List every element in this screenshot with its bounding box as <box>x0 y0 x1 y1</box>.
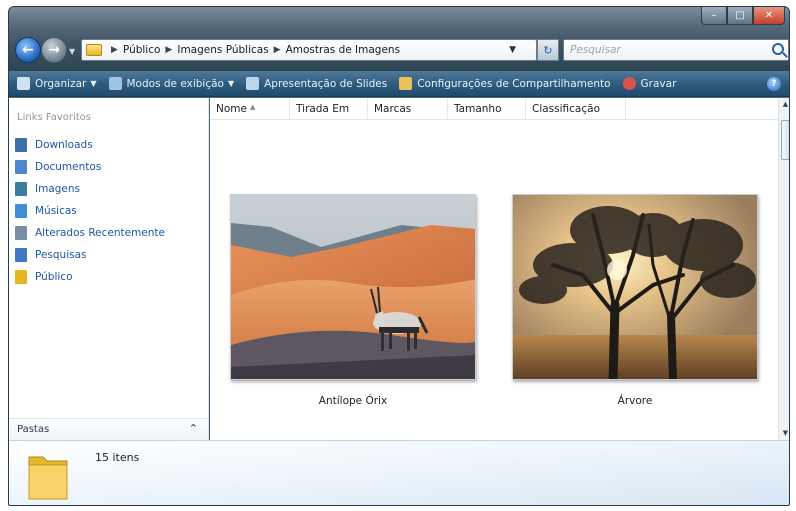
address-bar[interactable]: ▶ Público ▶ Imagens Públicas ▶ Amostras … <box>81 39 537 61</box>
file-name-tree[interactable]: Árvore <box>512 395 758 407</box>
search-input[interactable]: Pesquisar <box>563 39 789 61</box>
oryx-image <box>231 195 475 379</box>
search-placeholder: Pesquisar <box>570 44 621 56</box>
slideshow-icon <box>246 77 260 90</box>
chevron-down-icon: ▼ <box>90 79 97 88</box>
breadcrumb-amostras[interactable]: Amostras de Imagens <box>286 44 400 56</box>
searches-icon <box>15 248 27 262</box>
minimize-button[interactable]: – <box>701 7 727 25</box>
sidebar-item-label: Pesquisas <box>35 249 87 261</box>
folder-icon <box>15 270 27 284</box>
recent-pages-dropdown[interactable]: ▼ <box>69 47 77 56</box>
organize-icon <box>17 77 30 90</box>
close-button[interactable]: ✕ <box>753 7 785 25</box>
sidebar-item-downloads[interactable]: Downloads <box>15 134 165 156</box>
file-thumbnail-oryx[interactable] <box>230 194 476 380</box>
sidebar-item-label: Downloads <box>35 139 93 151</box>
maximize-button[interactable]: □ <box>727 7 753 25</box>
column-header-classificacao[interactable]: Classificação <box>526 98 626 120</box>
views-button[interactable]: Modos de exibição ▼ <box>108 77 235 90</box>
column-header-tamanho[interactable]: Tamanho <box>448 98 526 120</box>
music-icon <box>15 204 27 218</box>
window-controls: – □ ✕ <box>701 7 785 25</box>
sidebar-item-imagens[interactable]: Imagens <box>15 178 165 200</box>
breadcrumb-separator-icon[interactable]: ▶ <box>165 45 172 55</box>
sharing-settings-button[interactable]: Configurações de Compartilhamento <box>399 77 611 90</box>
file-view: ▲ Nome Tirada Em Marcas Tamanho Classifi… <box>210 98 789 440</box>
sidebar-item-pesquisas[interactable]: Pesquisas <box>15 244 165 266</box>
sidebar-item-documentos[interactable]: Documentos <box>15 156 165 178</box>
search-icon[interactable] <box>772 43 784 55</box>
organize-button[interactable]: Organizar ▼ <box>17 77 97 90</box>
scrollbar-thumb[interactable] <box>781 120 789 160</box>
slideshow-label: Apresentação de Slides <box>264 77 388 90</box>
title-bar: – □ ✕ ← → ▼ ▶ Público ▶ Imagens Públicas… <box>9 7 789 71</box>
slideshow-button[interactable]: Apresentação de Slides <box>246 77 387 90</box>
chevron-down-icon: ▼ <box>227 79 235 88</box>
column-headers: ▲ Nome Tirada Em Marcas Tamanho Classifi… <box>210 98 778 120</box>
sidebar-item-alterados-recentemente[interactable]: Alterados Recentemente <box>15 222 165 244</box>
sharing-label: Configurações de Compartilhamento <box>417 77 611 90</box>
chevron-up-icon[interactable]: ⌃ <box>189 422 198 435</box>
favorite-links-title: Links Favoritos <box>17 112 92 123</box>
sidebar-item-musicas[interactable]: Músicas <box>15 200 165 222</box>
sidebar-item-label: Músicas <box>35 205 77 217</box>
folders-label: Pastas <box>17 424 50 435</box>
command-toolbar: Organizar ▼ Modos de exibição ▼ Apresent… <box>9 71 789 97</box>
sidebar-item-label: Imagens <box>35 183 81 195</box>
sidebar-item-label: Documentos <box>35 161 102 173</box>
folders-bar[interactable]: Pastas ⌃ <box>9 418 208 440</box>
refresh-button[interactable]: ↻ <box>537 39 559 61</box>
sidebar-item-publico[interactable]: Público <box>15 266 165 288</box>
column-label: Nome <box>216 103 247 115</box>
downloads-icon <box>15 138 27 152</box>
item-count: 15 itens <box>95 451 140 464</box>
views-icon <box>108 77 122 90</box>
favorite-links-list: Downloads Documentos Imagens Músicas Alt… <box>15 134 165 288</box>
sort-indicator-icon: ▲ <box>250 103 256 111</box>
breadcrumb-separator-icon[interactable]: ▶ <box>111 45 118 55</box>
file-thumbnail-tree[interactable] <box>512 194 758 380</box>
burn-button[interactable]: Gravar <box>622 77 677 90</box>
folder-icon <box>86 44 102 56</box>
back-button[interactable]: ← <box>15 37 41 63</box>
recent-changes-icon <box>15 226 27 240</box>
pictures-icon <box>15 182 27 196</box>
breadcrumb-imagens-publicas[interactable]: Imagens Públicas <box>177 44 268 56</box>
help-icon[interactable]: ? <box>767 77 781 91</box>
sidebar-item-label: Alterados Recentemente <box>35 227 165 239</box>
address-dropdown-icon[interactable]: ▼ <box>509 45 516 55</box>
tree-image <box>513 195 757 379</box>
documents-icon <box>15 160 27 174</box>
burn-label: Gravar <box>640 77 677 90</box>
breadcrumb-separator-icon[interactable]: ▶ <box>274 45 281 55</box>
folder-icon <box>28 456 68 500</box>
sharing-icon <box>399 77 413 90</box>
navigation-pane: Links Favoritos Downloads Documentos Ima… <box>9 98 209 440</box>
sidebar-item-label: Público <box>35 271 73 283</box>
explorer-window: – □ ✕ ← → ▼ ▶ Público ▶ Imagens Públicas… <box>8 6 790 506</box>
vertical-scrollbar[interactable]: ▲ ▼ <box>778 98 789 440</box>
views-label: Modos de exibição <box>126 77 224 90</box>
details-pane: 15 itens <box>9 440 789 505</box>
scroll-down-icon[interactable]: ▼ <box>779 427 789 440</box>
column-header-marcas[interactable]: Marcas <box>368 98 448 120</box>
column-header-tirada-em[interactable]: Tirada Em <box>290 98 368 120</box>
breadcrumb-publico[interactable]: Público <box>123 44 161 56</box>
burn-disc-icon <box>622 77 636 90</box>
organize-label: Organizar <box>35 77 87 90</box>
file-name-oryx[interactable]: Antílope Órix <box>230 395 476 407</box>
forward-button[interactable]: → <box>41 37 67 63</box>
column-header-nome[interactable]: ▲ Nome <box>210 98 290 120</box>
scroll-up-icon[interactable]: ▲ <box>779 98 789 111</box>
